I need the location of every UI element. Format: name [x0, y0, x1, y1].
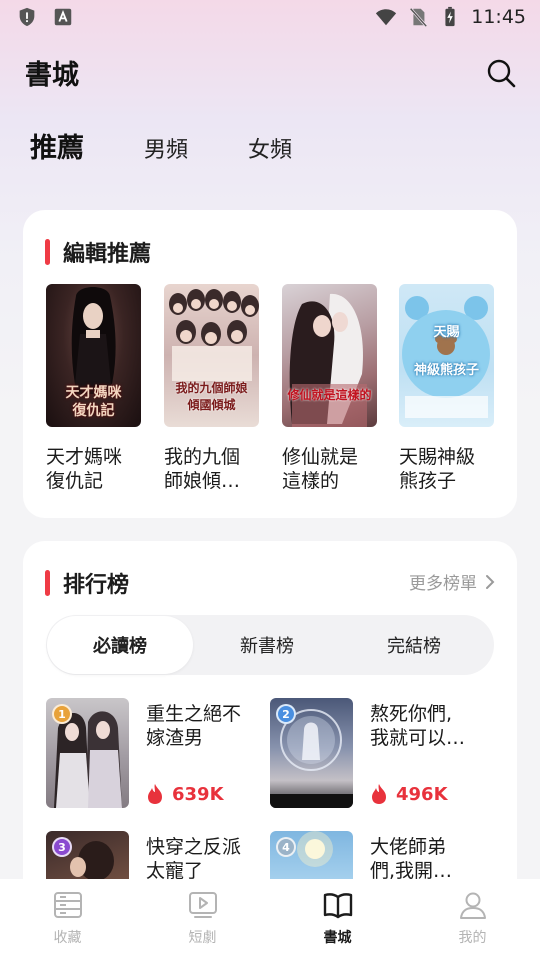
tab-male[interactable]: 男頻: [144, 132, 188, 164]
rank-tab-completed[interactable]: 完結榜: [341, 616, 487, 674]
book-card[interactable]: 天才媽咪 復仇記 天才媽咪 復仇記: [46, 284, 142, 493]
ranking-item[interactable]: 1 重生之絕不 嫁渣男 639K: [46, 698, 256, 810]
heat-indicator: 496K: [370, 783, 448, 805]
more-rankings-link[interactable]: 更多榜單: [409, 569, 495, 594]
bottom-nav: 收藏 短劇 書城 我的: [0, 879, 540, 960]
page-title: 書城: [25, 60, 79, 91]
book-cover: 天才媽咪 復仇記: [46, 284, 141, 427]
shield-alert-icon: [19, 7, 35, 27]
battery-charging-icon: [445, 6, 455, 27]
book-card[interactable]: 天賜 神級熊孩子 天賜神級 熊孩子: [399, 284, 495, 493]
book-cover: 我的九個師娘 傾國傾城: [164, 284, 259, 427]
rank-book-title: 快穿之反派 太寵了: [146, 836, 242, 882]
rank-book-title: 重生之絕不 嫁渣男: [146, 703, 242, 749]
rank-medal: 3: [52, 837, 72, 857]
category-tabs: 推薦 男頻 女頻: [30, 126, 352, 165]
book-title: 我的九個 師娘傾…: [164, 446, 241, 492]
nav-item-short-drama[interactable]: 短劇: [135, 879, 270, 960]
nav-label: 書城: [323, 930, 352, 946]
flame-icon: [148, 784, 162, 804]
app-notification-icon: [54, 8, 72, 26]
book-title: 天賜神級 熊孩子: [399, 446, 476, 492]
cover-title: 修仙就是這樣的: [287, 388, 372, 402]
more-rankings-label: 更多榜單: [409, 574, 477, 594]
nav-label: 短劇: [188, 930, 217, 946]
nav-item-profile[interactable]: 我的: [405, 879, 540, 960]
book-card[interactable]: 我的九個師娘 傾國傾城 我的九個 師娘傾…: [164, 284, 260, 493]
status-bar: 11:45: [0, 0, 540, 36]
video-icon: [188, 892, 217, 918]
cover-title: 天賜 神級熊孩子: [413, 325, 479, 378]
nav-item-bookstore[interactable]: 書城: [270, 879, 405, 960]
cover-title: 我的九個師娘 傾國傾城: [175, 381, 248, 412]
book-cover: 天賜 神級熊孩子: [399, 284, 494, 427]
no-sim-icon: [409, 7, 428, 28]
editor-pick-card: 編輯推薦 天才媽咪 復仇記 天才媽咪 復仇記 我的九個師娘 傾國傾城 我的九個 …: [23, 210, 517, 518]
bookshelf-icon: [53, 892, 82, 918]
tab-female[interactable]: 女頻: [248, 132, 292, 164]
section-accent-bar: [45, 570, 50, 596]
section-title: 編輯推薦: [63, 242, 152, 267]
open-book-icon: [323, 893, 352, 919]
cover-title: 天才媽咪 復仇記: [65, 385, 122, 419]
rank-tab-must-read[interactable]: 必讀榜: [47, 616, 193, 674]
wifi-icon: [376, 9, 397, 26]
profile-icon: [459, 892, 486, 919]
rank-medal: 4: [276, 837, 296, 857]
flame-icon: [372, 784, 386, 804]
chevron-right-icon: [486, 574, 495, 589]
status-time: 11:45: [471, 6, 526, 28]
book-cover: 1: [46, 698, 129, 808]
book-card[interactable]: 修仙就是這樣的 修仙就是 這樣的: [282, 284, 378, 493]
tab-recommended[interactable]: 推薦: [30, 126, 84, 165]
book-title: 修仙就是 這樣的: [282, 446, 359, 492]
section-title: 排行榜: [63, 573, 130, 598]
book-cover: 2: [270, 698, 353, 808]
ranking-item[interactable]: 2 熬死你們, 我就可以… 496K: [270, 698, 480, 810]
rank-tab-new[interactable]: 新書榜: [194, 616, 340, 674]
section-accent-bar: [45, 239, 50, 265]
nav-item-collection[interactable]: 收藏: [0, 879, 135, 960]
book-title: 天才媽咪 復仇記: [46, 446, 123, 492]
rank-book-title: 大佬師弟 們,我開…: [370, 836, 453, 882]
heat-indicator: 639K: [146, 783, 224, 805]
search-icon[interactable]: [484, 56, 518, 90]
book-cover: 修仙就是這樣的: [282, 284, 377, 427]
rank-medal: 1: [52, 704, 72, 724]
rank-book-title: 熬死你們, 我就可以…: [370, 703, 466, 749]
heat-value: 639K: [172, 783, 224, 805]
nav-label: 我的: [458, 930, 487, 946]
ranking-tabs: 必讀榜 新書榜 完結榜: [46, 615, 494, 675]
rank-medal: 2: [276, 704, 296, 724]
nav-label: 收藏: [53, 930, 82, 946]
heat-value: 496K: [396, 783, 448, 805]
